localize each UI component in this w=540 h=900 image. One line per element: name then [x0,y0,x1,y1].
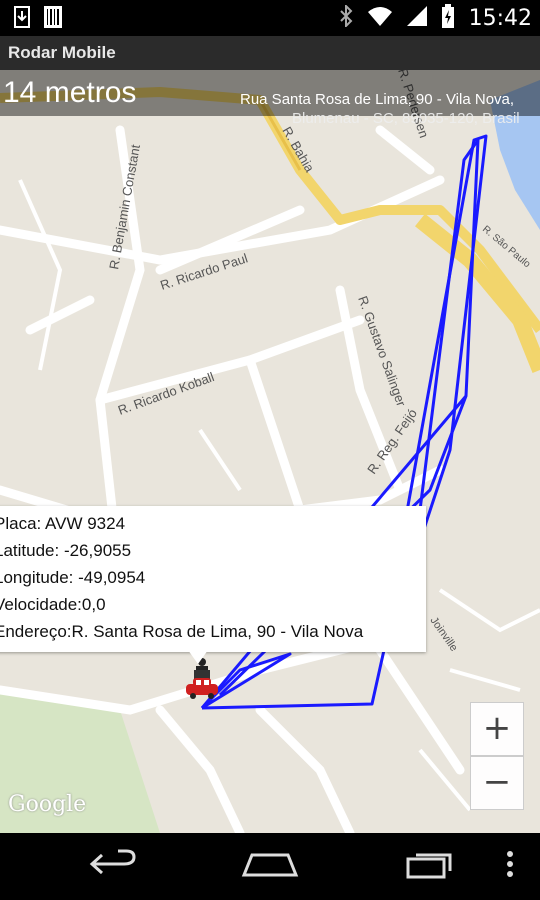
address-label-cut: Blumenau - SC, 89035-120, Brasil [292,110,520,127]
zoom-out-button[interactable]: − [470,756,524,810]
recents-icon[interactable] [404,847,458,885]
zoom-in-button[interactable]: + [470,702,524,756]
info-endereco: Endereço:R. Santa Rosa de Lima, 90 - Vil… [0,622,364,641]
google-logo: Google [8,792,87,817]
battery-icon [441,4,455,32]
info-longitude: Longitude: -49,0954 [0,568,146,587]
download-icon [14,6,30,32]
menu-icon[interactable] [504,847,516,885]
app-title: Rodar Mobile [8,43,116,62]
action-bar: Rodar Mobile [0,36,540,70]
barcode-icon [44,6,62,32]
bluetooth-icon [339,3,353,31]
home-icon[interactable] [240,847,300,885]
info-placa: Placa: AVW 9324 [0,514,126,533]
info-velocidade: Velocidade:0,0 [0,595,106,614]
street-label: Joinville [428,615,460,654]
status-time: 15:42 [468,5,532,31]
back-icon[interactable] [88,847,138,885]
distance-label: 14 metros [3,76,137,109]
status-bar: 15:42 [0,0,540,36]
wifi-icon [367,5,393,31]
address-label: Rua Santa Rosa de Lima, 90 - Vila Nova, [240,91,515,108]
map-canvas: R. Benjamin Constant R. Ricardo Paul R. … [0,70,540,833]
info-window-pointer [188,650,208,664]
info-latitude: Latitude: -26,9055 [0,541,132,560]
map-view[interactable]: R. Benjamin Constant R. Ricardo Paul R. … [0,70,540,833]
marker-info-window[interactable]: Placa: AVW 9324 Latitude: -26,9055 Longi… [0,506,426,652]
signal-icon [406,5,427,31]
nav-bar [0,833,540,900]
